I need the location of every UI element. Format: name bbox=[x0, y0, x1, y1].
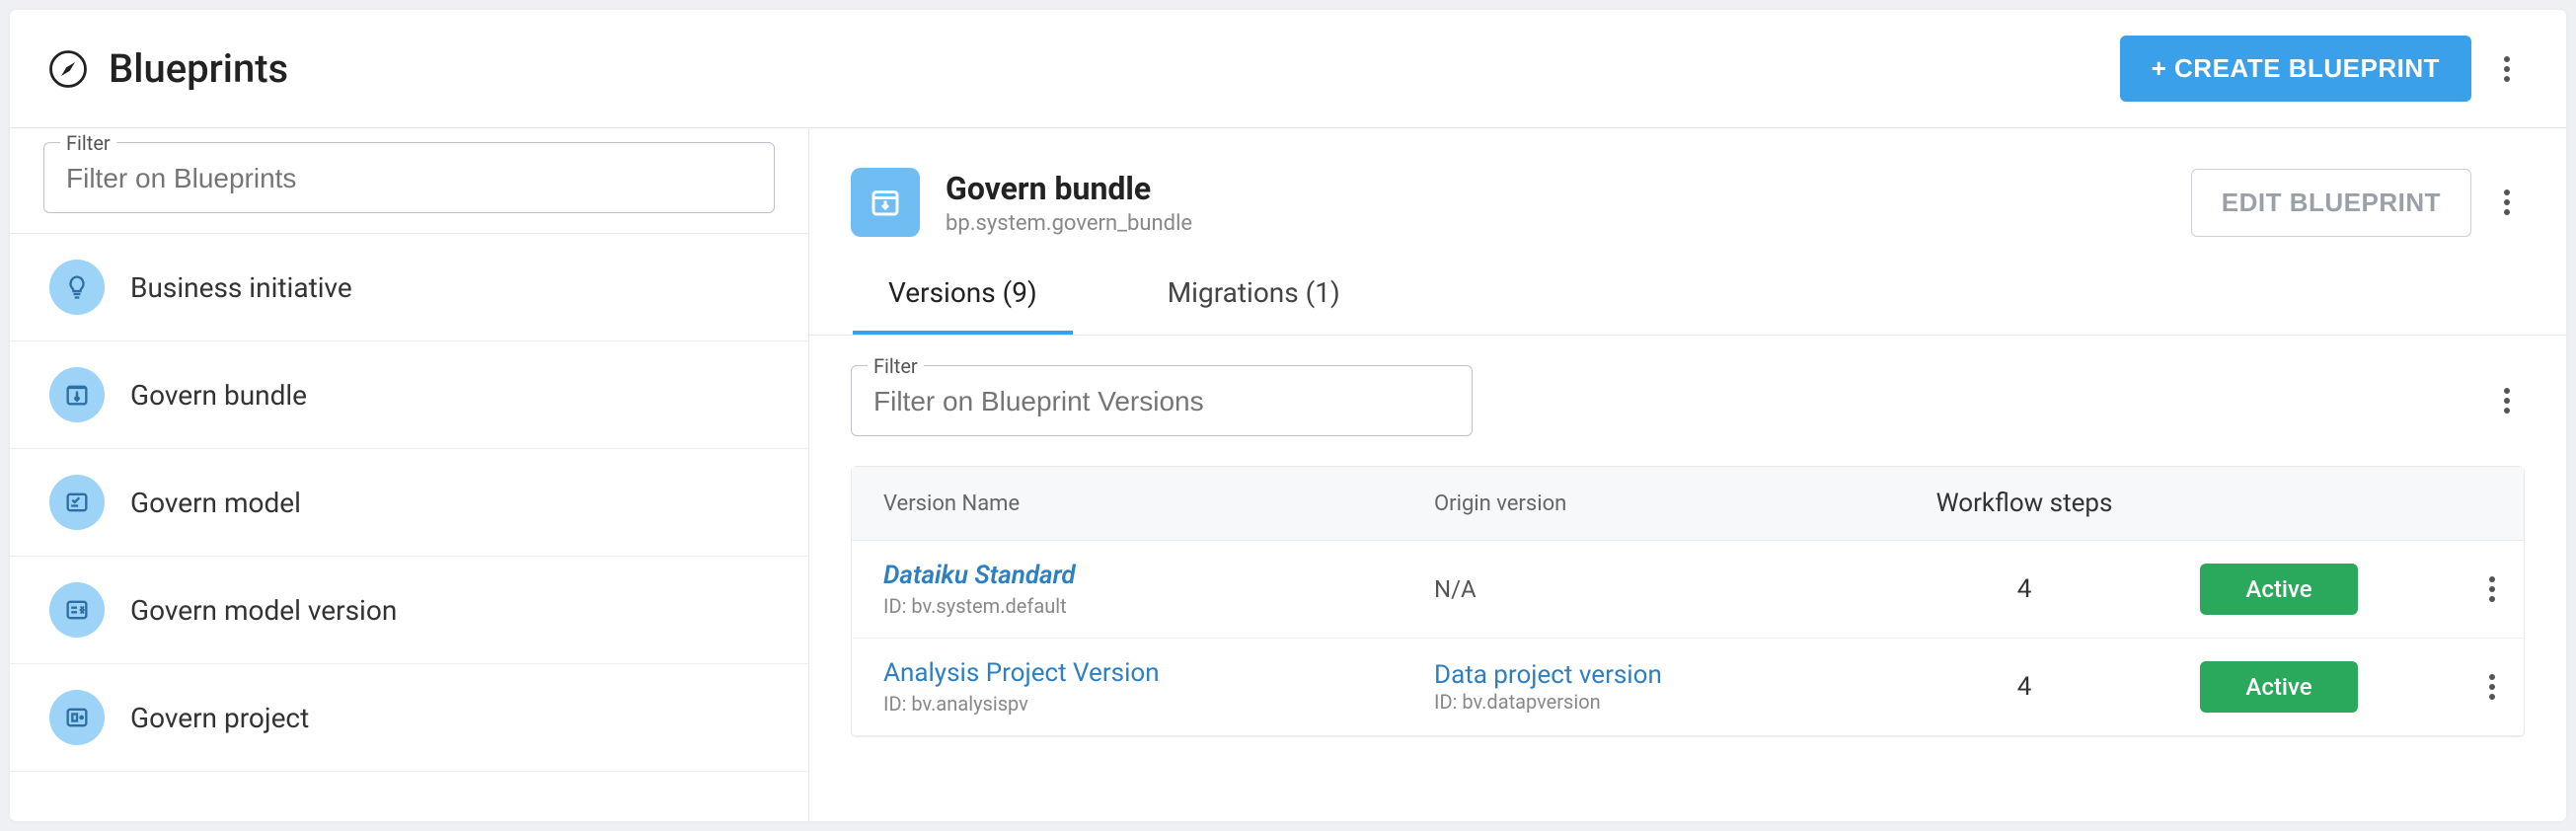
tabs: Versions (9) Migrations (1) bbox=[809, 237, 2566, 336]
sidebar-item-label: Govern model bbox=[130, 487, 301, 519]
blueprint-icon bbox=[851, 168, 920, 237]
bulb-icon bbox=[49, 260, 105, 315]
version-name-cell[interactable]: Dataiku Standard ID: bv.system.default bbox=[883, 561, 1426, 618]
sidebar-item-govern-bundle[interactable]: Govern bundle bbox=[10, 341, 808, 449]
workflow-steps: 4 bbox=[1896, 672, 2153, 702]
version-name: Dataiku Standard bbox=[883, 561, 1426, 590]
sidebar-filter-input[interactable] bbox=[66, 163, 752, 194]
compass-icon bbox=[47, 48, 89, 90]
version-id: ID: bv.analysispv bbox=[883, 692, 1426, 716]
model-version-icon bbox=[49, 582, 105, 638]
bundle-icon bbox=[49, 367, 105, 422]
app-root: Blueprints + CREATE BLUEPRINT Filter bbox=[10, 10, 2566, 821]
header-right: + CREATE BLUEPRINT bbox=[2120, 36, 2519, 102]
table-row: Dataiku Standard ID: bv.system.default N… bbox=[852, 541, 2524, 639]
blueprint-title-block: Govern bundle bp.system.govern_bundle bbox=[946, 170, 1192, 236]
tab-migrations[interactable]: Migrations (1) bbox=[1132, 266, 1376, 335]
versions-overflow-menu[interactable] bbox=[2495, 380, 2519, 421]
table-row: Analysis Project Version ID: bv.analysis… bbox=[852, 639, 2524, 736]
main-panel: Govern bundle bp.system.govern_bundle ED… bbox=[809, 128, 2566, 821]
status-badge: Active bbox=[2200, 661, 2358, 713]
version-filter-field[interactable]: Filter bbox=[851, 365, 1473, 436]
tab-versions[interactable]: Versions (9) bbox=[853, 266, 1073, 335]
version-name-cell[interactable]: Analysis Project Version ID: bv.analysis… bbox=[883, 658, 1426, 716]
origin-cell[interactable]: Data project version ID: bv.datapversion bbox=[1434, 660, 1888, 714]
blueprint-id: bp.system.govern_bundle bbox=[946, 211, 1192, 236]
header-overflow-menu[interactable] bbox=[2495, 48, 2519, 90]
sidebar-item-label: Business initiative bbox=[130, 271, 352, 304]
version-id: ID: bv.system.default bbox=[883, 594, 1426, 618]
app-body: Filter Business initiative bbox=[10, 128, 2566, 821]
sidebar-filter-legend: Filter bbox=[60, 131, 116, 155]
versions-table: Version Name Origin version Workflow ste… bbox=[851, 466, 2525, 737]
sidebar-item-govern-model[interactable]: Govern model bbox=[10, 449, 808, 557]
table-header: Version Name Origin version Workflow ste… bbox=[852, 467, 2524, 541]
app-header-left: Blueprints bbox=[47, 45, 288, 92]
blueprint-header-left: Govern bundle bp.system.govern_bundle bbox=[851, 168, 1192, 237]
version-filter-input[interactable] bbox=[873, 386, 1450, 417]
blueprint-overflow-menu[interactable] bbox=[2495, 182, 2519, 223]
row-overflow-menu[interactable] bbox=[2480, 568, 2504, 610]
page-title: Blueprints bbox=[109, 45, 288, 92]
origin-cell: N/A bbox=[1434, 575, 1888, 603]
col-header-name: Version Name bbox=[883, 491, 1426, 516]
sidebar-filter-wrap: Filter bbox=[10, 128, 808, 234]
sidebar-item-govern-project[interactable]: Govern project bbox=[10, 664, 808, 772]
blueprint-header: Govern bundle bp.system.govern_bundle ED… bbox=[809, 128, 2566, 237]
sidebar-filter-field[interactable]: Filter bbox=[43, 142, 775, 213]
blueprint-header-right: EDIT BLUEPRINT bbox=[2191, 169, 2519, 237]
sidebar-item-govern-model-version[interactable]: Govern model version bbox=[10, 557, 808, 664]
blueprint-title: Govern bundle bbox=[946, 170, 1192, 207]
status-badge: Active bbox=[2200, 564, 2358, 615]
edit-blueprint-button[interactable]: EDIT BLUEPRINT bbox=[2191, 169, 2471, 237]
version-filter-legend: Filter bbox=[868, 354, 924, 378]
col-header-origin: Origin version bbox=[1434, 491, 1888, 516]
origin-id: ID: bv.datapversion bbox=[1434, 690, 1601, 714]
sidebar-list: Business initiative Govern bundle bbox=[10, 234, 808, 821]
version-name: Analysis Project Version bbox=[883, 658, 1426, 688]
sidebar: Filter Business initiative bbox=[10, 128, 809, 821]
origin-name: Data project version bbox=[1434, 660, 1662, 690]
sidebar-item-label: Govern bundle bbox=[130, 379, 307, 412]
sidebar-item-business-initiative[interactable]: Business initiative bbox=[10, 234, 808, 341]
version-filter-row: Filter bbox=[809, 336, 2566, 466]
col-header-steps: Workflow steps bbox=[1896, 489, 2153, 518]
sidebar-item-label: Govern project bbox=[130, 702, 309, 734]
origin-na: N/A bbox=[1434, 575, 1477, 603]
row-overflow-menu[interactable] bbox=[2480, 666, 2504, 708]
app-header: Blueprints + CREATE BLUEPRINT bbox=[10, 10, 2566, 128]
project-icon bbox=[49, 690, 105, 745]
workflow-steps: 4 bbox=[1896, 574, 2153, 604]
sidebar-item-label: Govern model version bbox=[130, 594, 397, 627]
model-icon bbox=[49, 475, 105, 530]
create-blueprint-button[interactable]: + CREATE BLUEPRINT bbox=[2120, 36, 2471, 102]
